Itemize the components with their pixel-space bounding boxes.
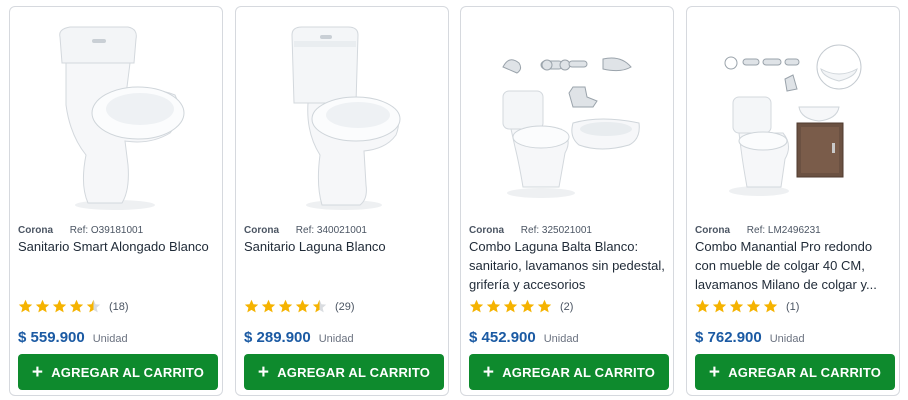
product-image[interactable]	[10, 15, 222, 215]
price-unit: Unidad	[92, 333, 128, 345]
product-brand: Corona	[244, 225, 279, 236]
product-grid: Corona Ref: O39181001 Sanitario Smart Al…	[0, 0, 908, 400]
add-to-cart-label: AGREGAR AL CARRITO	[728, 364, 882, 380]
star-icon	[278, 299, 293, 313]
price-row: $ 762.900 Unidad	[695, 329, 805, 346]
product-meta: Corona Ref: O39181001	[18, 225, 143, 236]
product-image[interactable]	[461, 15, 673, 215]
star-icon	[261, 299, 276, 313]
product-image[interactable]	[687, 15, 899, 215]
product-brand: Corona	[695, 225, 730, 236]
star-icon	[469, 299, 484, 313]
product-price: $ 452.900	[469, 329, 536, 346]
star-rating	[695, 299, 780, 314]
plus-icon: +	[482, 361, 495, 383]
product-price: $ 762.900	[695, 329, 762, 346]
product-ref: Ref: 340021001	[295, 225, 367, 236]
product-title[interactable]: Combo Manantial Pro redondo con mueble d…	[695, 237, 895, 294]
product-meta: Corona Ref: 340021001	[244, 225, 367, 236]
product-ref: Ref: 325021001	[520, 225, 592, 236]
product-rating: (29)	[244, 299, 355, 314]
price-unit: Unidad	[543, 333, 579, 345]
product-brand: Corona	[18, 225, 53, 236]
price-row: $ 452.900 Unidad	[469, 329, 579, 346]
add-to-cart-label: AGREGAR AL CARRITO	[277, 364, 431, 380]
star-rating	[18, 299, 103, 314]
star-icon	[86, 299, 101, 313]
star-icon	[537, 299, 552, 313]
price-row: $ 559.900 Unidad	[18, 329, 128, 346]
product-rating: (18)	[18, 299, 129, 314]
star-rating	[469, 299, 554, 314]
star-icon	[712, 299, 727, 313]
product-meta: Corona Ref: LM2496231	[695, 225, 821, 236]
star-icon	[244, 299, 259, 313]
product-card[interactable]: Corona Ref: 325021001 Combo Laguna Balta…	[460, 6, 674, 396]
product-meta: Corona Ref: 325021001	[469, 225, 592, 236]
star-icon	[69, 299, 84, 313]
product-card[interactable]: Corona Ref: LM2496231 Combo Manantial Pr…	[686, 6, 900, 396]
star-icon	[35, 299, 50, 313]
star-rating	[244, 299, 329, 314]
product-ref: Ref: O39181001	[69, 225, 144, 236]
add-to-cart-label: AGREGAR AL CARRITO	[51, 364, 205, 380]
product-title[interactable]: Sanitario Laguna Blanco	[244, 237, 444, 256]
star-icon	[486, 299, 501, 313]
product-rating: (2)	[469, 299, 573, 314]
review-count: (29)	[335, 300, 355, 313]
star-icon	[729, 299, 744, 313]
star-icon	[52, 299, 67, 313]
product-title[interactable]: Sanitario Smart Alongado Blanco	[18, 237, 218, 256]
review-count: (1)	[786, 300, 800, 313]
star-icon	[746, 299, 761, 313]
star-icon	[695, 299, 710, 313]
add-to-cart-label: AGREGAR AL CARRITO	[502, 364, 656, 380]
product-price: $ 559.900	[18, 329, 85, 346]
star-icon	[295, 299, 310, 313]
add-to-cart-button[interactable]: + AGREGAR AL CARRITO	[18, 354, 218, 390]
star-icon	[312, 299, 327, 313]
product-card[interactable]: Corona Ref: 340021001 Sanitario Laguna B…	[235, 6, 449, 396]
plus-icon: +	[257, 361, 270, 383]
price-row: $ 289.900 Unidad	[244, 329, 354, 346]
star-icon	[503, 299, 518, 313]
product-brand: Corona	[469, 225, 504, 236]
product-price: $ 289.900	[244, 329, 311, 346]
plus-icon: +	[31, 361, 44, 383]
add-to-cart-button[interactable]: + AGREGAR AL CARRITO	[695, 354, 895, 390]
product-image[interactable]	[236, 15, 448, 215]
add-to-cart-button[interactable]: + AGREGAR AL CARRITO	[469, 354, 669, 390]
review-count: (2)	[560, 300, 574, 313]
product-rating: (1)	[695, 299, 799, 314]
price-unit: Unidad	[318, 333, 354, 345]
add-to-cart-button[interactable]: + AGREGAR AL CARRITO	[244, 354, 444, 390]
product-ref: Ref: LM2496231	[746, 225, 821, 236]
price-unit: Unidad	[769, 333, 805, 345]
product-card[interactable]: Corona Ref: O39181001 Sanitario Smart Al…	[9, 6, 223, 396]
product-title[interactable]: Combo Laguna Balta Blanco: sanitario, la…	[469, 237, 669, 294]
review-count: (18)	[109, 300, 129, 313]
star-icon	[520, 299, 535, 313]
plus-icon: +	[708, 361, 721, 383]
star-icon	[18, 299, 33, 313]
star-icon	[763, 299, 778, 313]
